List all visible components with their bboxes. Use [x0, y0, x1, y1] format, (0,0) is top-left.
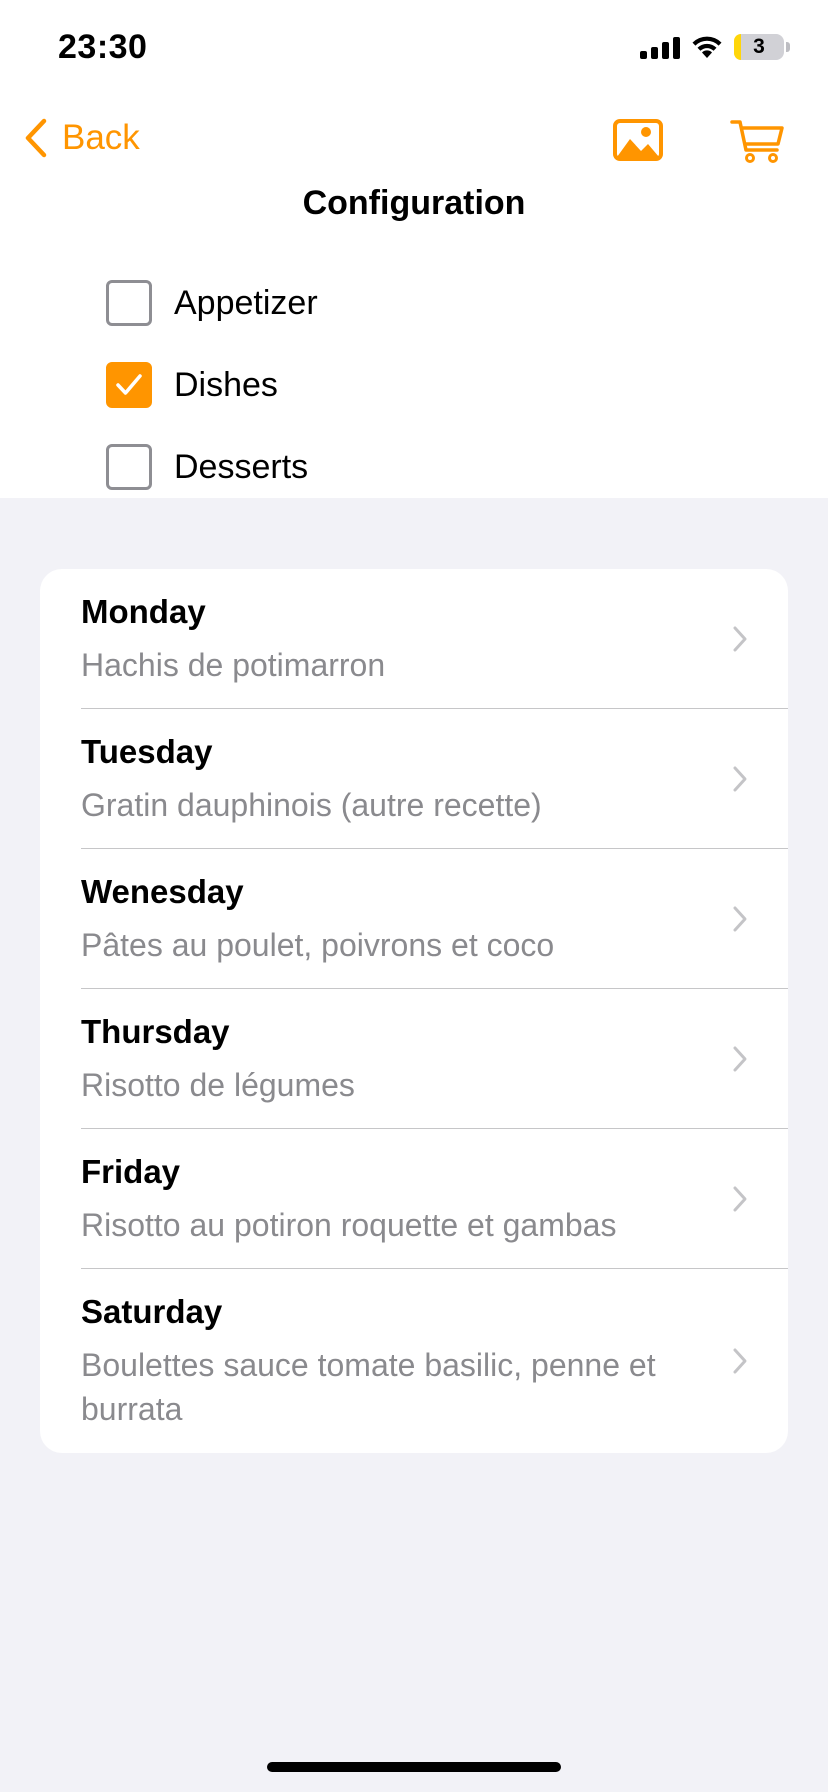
config-label: Dishes	[174, 365, 278, 404]
photo-button[interactable]	[612, 118, 664, 167]
day-row-wednesday[interactable]: Wenesday Pâtes au poulet, poivrons et co…	[40, 849, 788, 989]
day-dish: Hachis de potimarron	[81, 647, 386, 683]
day-row-saturday[interactable]: Saturday Boulettes sauce tomate basilic,…	[40, 1269, 788, 1453]
config-item-dishes[interactable]: Dishes	[106, 344, 318, 426]
day-row-monday[interactable]: Monday Hachis de potimarron	[40, 569, 788, 709]
day-row-friday[interactable]: Friday Risotto au potiron roquette et ga…	[40, 1129, 788, 1269]
chevron-right-icon	[733, 1046, 747, 1072]
back-button[interactable]: Back	[24, 118, 140, 158]
day-name: Tuesday	[81, 733, 213, 770]
wifi-icon	[692, 36, 722, 58]
day-name: Friday	[81, 1153, 181, 1190]
chevron-right-icon	[733, 906, 747, 932]
photo-icon	[613, 119, 663, 161]
cart-icon	[730, 120, 784, 163]
day-row-tuesday[interactable]: Tuesday Gratin dauphinois (autre recette…	[40, 709, 788, 849]
checkmark-icon	[116, 374, 142, 395]
day-name: Wenesday	[81, 873, 244, 910]
day-row-thursday[interactable]: Thursday Risotto de légumes	[40, 989, 788, 1129]
day-dish: Risotto au potiron roquette et gambas	[81, 1207, 617, 1243]
cart-button[interactable]	[730, 118, 786, 169]
home-indicator[interactable]	[267, 1762, 561, 1772]
desserts-checkbox[interactable]	[106, 444, 152, 490]
day-name: Thursday	[81, 1013, 230, 1050]
config-label: Appetizer	[174, 283, 318, 322]
chevron-right-icon	[733, 1186, 747, 1212]
config-label: Desserts	[174, 447, 309, 486]
cellular-signal-icon	[640, 35, 680, 59]
status-time: 23:30	[58, 28, 148, 66]
config-item-appetizer[interactable]: Appetizer	[106, 262, 318, 344]
chevron-right-icon	[733, 626, 747, 652]
header-area: 23:30 3 Back Configuration Appetizer Dis…	[0, 0, 828, 498]
battery-tip	[786, 42, 790, 52]
appetizer-checkbox[interactable]	[106, 280, 152, 326]
day-dish: Boulettes sauce tomate basilic, penne et…	[81, 1347, 656, 1427]
day-name: Saturday	[81, 1293, 223, 1330]
day-list: Monday Hachis de potimarron Tuesday Grat…	[40, 569, 788, 1453]
config-list: Appetizer Dishes Desserts	[106, 262, 318, 508]
chevron-right-icon	[733, 1348, 747, 1374]
battery-level: 3	[753, 35, 765, 58]
battery-icon: 3	[734, 34, 784, 60]
dishes-checkbox[interactable]	[106, 362, 152, 408]
config-item-desserts[interactable]: Desserts	[106, 426, 318, 508]
chevron-left-icon	[25, 118, 47, 158]
day-dish: Gratin dauphinois (autre recette)	[81, 787, 542, 823]
day-name: Monday	[81, 593, 206, 630]
status-icons: 3	[640, 34, 790, 60]
page-title: Configuration	[302, 184, 526, 222]
back-label: Back	[62, 118, 140, 157]
day-dish: Pâtes au poulet, poivrons et coco	[81, 927, 555, 963]
day-dish: Risotto de légumes	[81, 1067, 355, 1103]
chevron-right-icon	[733, 766, 747, 792]
